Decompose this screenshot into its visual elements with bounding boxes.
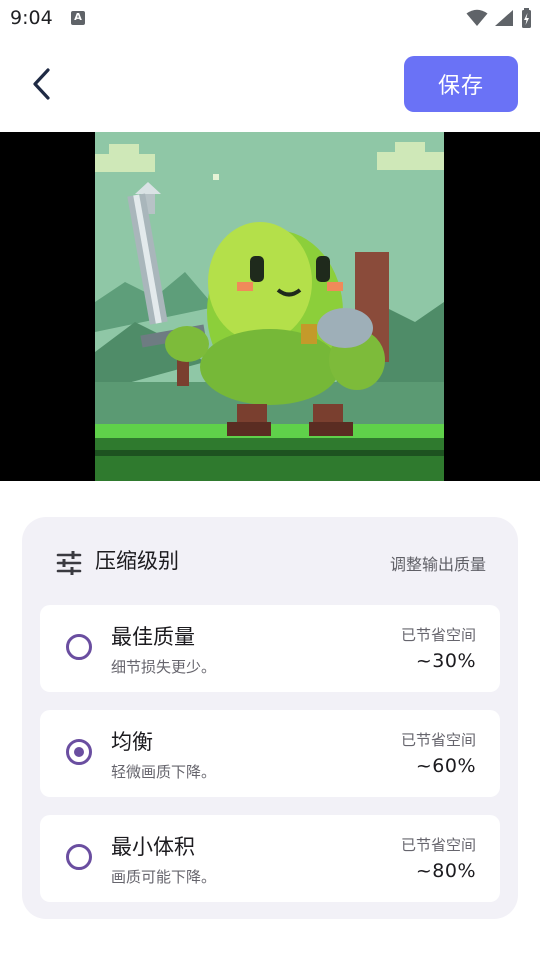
saved-space-label: 已节省空间 bbox=[400, 731, 476, 749]
pixel-art-image bbox=[95, 132, 444, 481]
radio-button[interactable] bbox=[66, 634, 92, 660]
saved-space-value: ~80% bbox=[415, 860, 476, 882]
wifi-icon bbox=[466, 9, 488, 26]
saved-space-value: ~30% bbox=[415, 650, 476, 672]
option-title: 最小体积 bbox=[111, 835, 195, 859]
chevron-left-icon bbox=[33, 68, 50, 100]
compression-subtitle: 调整输出质量 bbox=[389, 555, 486, 574]
option-description: 轻微画质下降。 bbox=[111, 763, 217, 781]
save-button[interactable]: 保存 bbox=[404, 56, 518, 112]
signal-icon bbox=[495, 10, 513, 26]
system-icons bbox=[466, 7, 532, 29]
saved-space-label: 已节省空间 bbox=[400, 626, 476, 644]
battery-icon bbox=[522, 8, 531, 28]
a-icon: A bbox=[71, 11, 85, 25]
status-time: 9:04 bbox=[10, 7, 53, 29]
option-best-quality[interactable]: 最佳质量 细节损失更少。 已节省空间 ~30% bbox=[40, 605, 500, 692]
radio-button[interactable] bbox=[66, 844, 92, 870]
image-preview bbox=[0, 132, 540, 481]
back-button[interactable] bbox=[22, 64, 62, 104]
status-bar: 9:04 A bbox=[0, 0, 540, 38]
tune-icon bbox=[56, 551, 82, 575]
option-smallest-size[interactable]: 最小体积 画质可能下降。 已节省空间 ~80% bbox=[40, 815, 500, 902]
option-title: 均衡 bbox=[111, 730, 153, 754]
pixel-art-scene bbox=[95, 132, 444, 481]
option-description: 画质可能下降。 bbox=[111, 868, 217, 886]
compression-card: 压缩级别 调整输出质量 最佳质量 细节损失更少。 已节省空间 ~30% 均衡 轻… bbox=[22, 517, 518, 919]
option-description: 细节损失更少。 bbox=[111, 658, 217, 676]
option-title: 最佳质量 bbox=[111, 625, 195, 649]
saved-space-label: 已节省空间 bbox=[400, 836, 476, 854]
option-balanced[interactable]: 均衡 轻微画质下降。 已节省空间 ~60% bbox=[40, 710, 500, 797]
compression-title: 压缩级别 bbox=[95, 549, 179, 573]
saved-space-value: ~60% bbox=[415, 755, 476, 777]
radio-button-selected[interactable] bbox=[66, 739, 92, 765]
